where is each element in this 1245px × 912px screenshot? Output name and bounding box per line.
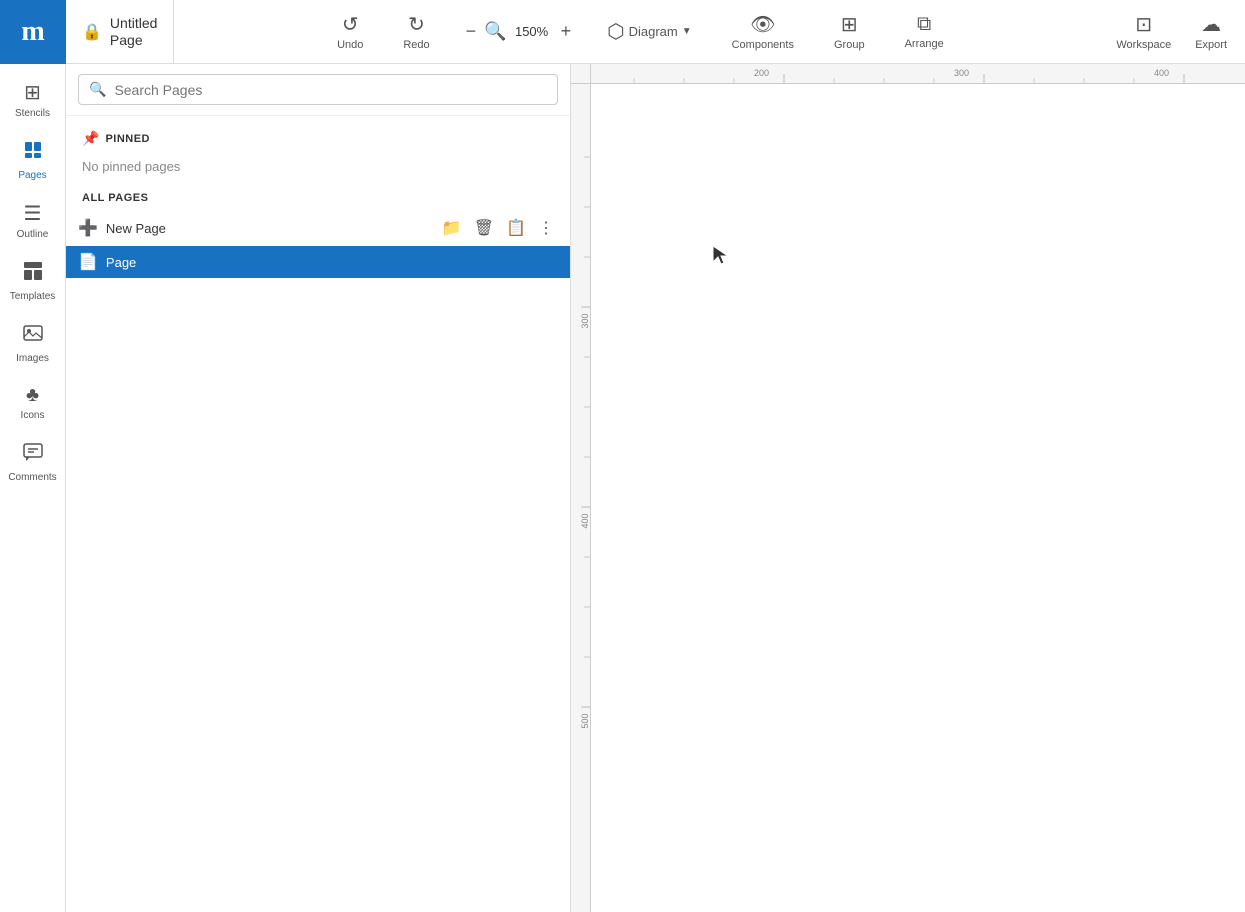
topbar-center: ↺ Undo ↻ Redo − 🔍 150% + ⬡ Diagram ▼ 👁 C… (174, 8, 1106, 55)
main-area: ⊞ Stencils Pages ☰ Outline Templates Ima… (0, 64, 1245, 912)
topbar-right: ⊡ Workspace ☁ Export (1106, 8, 1245, 55)
sidebar-icons: ⊞ Stencils Pages ☰ Outline Templates Ima… (0, 64, 66, 912)
redo-button[interactable]: ↻ Redo (395, 8, 437, 55)
ruler-left: 300 400 500 (571, 84, 591, 912)
search-bar-inner: 🔍 (78, 74, 558, 105)
images-icon (22, 322, 44, 350)
group-button[interactable]: ⊞ Group (826, 8, 873, 55)
canvas-area[interactable]: 200 300 400 300 (571, 64, 1245, 912)
pinned-section-header: 📌 PINNED (66, 124, 570, 153)
svg-text:400: 400 (580, 513, 590, 528)
sidebar-item-images[interactable]: Images (3, 314, 63, 372)
page-file-icon: 📄 (78, 252, 98, 272)
new-page-label: New Page (106, 221, 438, 236)
svg-text:500: 500 (580, 713, 590, 728)
pages-icon (22, 139, 44, 167)
canvas-content[interactable] (591, 84, 1245, 912)
no-pinned-text: No pinned pages (66, 153, 570, 186)
search-input[interactable] (114, 82, 547, 98)
sidebar-item-stencils[interactable]: ⊞ Stencils (3, 72, 63, 127)
svg-text:300: 300 (954, 68, 969, 78)
pages-panel: 🔍 📌 PINNED No pinned pages ALL PAGES ➕ N… (66, 64, 571, 912)
zoom-control: − 🔍 150% + (462, 19, 575, 44)
ruler-top: 200 300 400 (591, 64, 1245, 84)
arrange-button[interactable]: ⧉ Arrange (897, 9, 952, 54)
diagram-icon: ⬡ (607, 19, 624, 44)
pages-list: 📌 PINNED No pinned pages ALL PAGES ➕ New… (66, 116, 570, 912)
redo-label: Redo (403, 39, 429, 51)
undo-button[interactable]: ↺ Undo (329, 8, 371, 55)
zoom-value: 150% (511, 24, 553, 39)
sidebar-item-outline[interactable]: ☰ Outline (3, 193, 63, 248)
svg-text:200: 200 (754, 68, 769, 78)
diagram-label: Diagram (629, 24, 678, 39)
group-icon: ⊞ (841, 12, 858, 37)
delete-action-icon[interactable]: 🗑 (470, 216, 498, 240)
outline-icon: ☰ (24, 201, 42, 226)
undo-label: Undo (337, 39, 363, 51)
pin-icon: 📌 (82, 130, 99, 147)
diagram-button[interactable]: ⬡ Diagram ▼ (599, 15, 700, 48)
copy-action-icon[interactable]: 📋 (502, 216, 530, 240)
document-title: 🔒 Untitled Page (66, 0, 174, 63)
pages-label: Pages (18, 170, 46, 181)
stencils-label: Stencils (15, 108, 50, 119)
app-logo[interactable]: m (0, 0, 66, 64)
components-label: Components (732, 39, 794, 51)
export-button[interactable]: ☁ Export (1185, 8, 1237, 55)
comments-label: Comments (8, 472, 56, 483)
ruler-top-svg: 200 300 400 (591, 64, 1245, 84)
title-line1: Untitled (110, 15, 157, 32)
components-button[interactable]: 👁 Components (724, 8, 802, 55)
svg-text:400: 400 (1154, 68, 1169, 78)
sidebar-item-pages[interactable]: Pages (3, 131, 63, 189)
page-name: Page (106, 255, 558, 270)
group-label: Group (834, 39, 865, 51)
topbar: m 🔒 Untitled Page ↺ Undo ↻ Redo − 🔍 150%… (0, 0, 1245, 64)
templates-icon (22, 260, 44, 288)
redo-icon: ↻ (408, 12, 425, 37)
comments-icon (22, 441, 44, 469)
search-bar: 🔍 (66, 64, 570, 116)
zoom-out-button[interactable]: − (462, 19, 481, 44)
workspace-label: Workspace (1116, 39, 1171, 51)
stencils-icon: ⊞ (24, 80, 41, 105)
arrange-label: Arrange (905, 38, 944, 50)
ruler-left-svg: 300 400 500 (571, 84, 591, 912)
pinned-section-title: PINNED (105, 133, 150, 145)
workspace-icon: ⊡ (1135, 12, 1152, 37)
cursor-indicator (711, 244, 731, 273)
workspace-button[interactable]: ⊡ Workspace (1106, 8, 1181, 55)
images-label: Images (16, 353, 49, 364)
icons-label: Icons (21, 410, 45, 421)
sidebar-item-comments[interactable]: Comments (3, 433, 63, 491)
templates-label: Templates (10, 291, 56, 302)
folder-action-icon[interactable]: 📁 (438, 216, 466, 240)
svg-text:300: 300 (580, 313, 590, 328)
outline-label: Outline (17, 229, 49, 240)
sidebar-item-icons[interactable]: ♣ Icons (3, 376, 63, 429)
new-page-item[interactable]: ➕ New Page 📁 🗑 📋 ⋮ (66, 210, 570, 246)
all-pages-section-header: ALL PAGES (66, 186, 570, 210)
more-action-icon[interactable]: ⋮ (534, 216, 558, 240)
undo-icon: ↺ (342, 12, 359, 37)
sidebar-item-templates[interactable]: Templates (3, 252, 63, 310)
export-label: Export (1195, 39, 1227, 51)
export-icon: ☁ (1201, 12, 1221, 37)
ruler-corner (571, 64, 591, 84)
lock-icon: 🔒 (82, 22, 102, 42)
components-icon: 👁 (750, 12, 775, 37)
zoom-in-button[interactable]: + (557, 19, 576, 44)
arrange-icon: ⧉ (917, 13, 931, 36)
new-page-actions: 📁 🗑 📋 ⋮ (438, 216, 558, 240)
new-page-icon: ➕ (78, 218, 98, 238)
search-icon: 🔍 (89, 81, 106, 98)
diagram-dropdown-icon: ▼ (682, 26, 692, 37)
zoom-icon: 🔍 (484, 21, 506, 42)
icons-icon: ♣ (26, 384, 39, 407)
page-item-page1[interactable]: 📄 Page (66, 246, 570, 278)
title-line2: Page (110, 32, 157, 49)
